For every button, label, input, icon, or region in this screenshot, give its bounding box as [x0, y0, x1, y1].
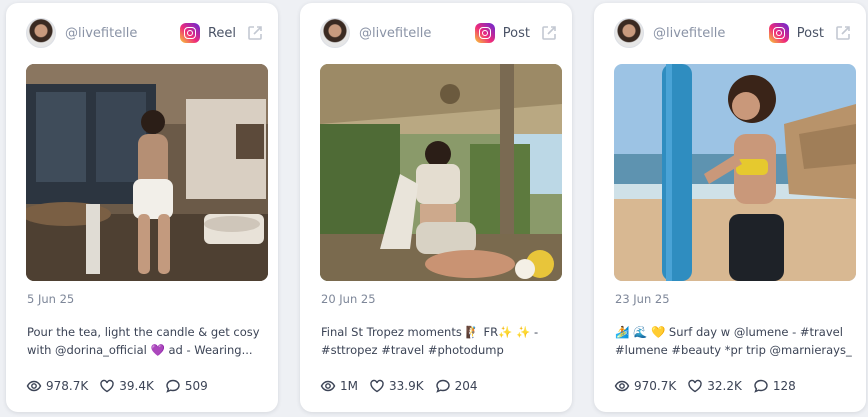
- instagram-icon: [179, 23, 200, 43]
- comments-count: 509: [184, 379, 208, 393]
- post-stats: 978.7K 39.4K 509: [26, 378, 219, 394]
- comment-icon: [754, 379, 768, 393]
- views-stat: 1M: [320, 378, 358, 394]
- account-handle[interactable]: @livefitelle: [359, 26, 475, 41]
- comments-stat: 204: [435, 378, 478, 394]
- comments-count: 204: [454, 379, 478, 393]
- caption-line: #sttropez #travel #photodump: [321, 343, 504, 357]
- eye-icon: [320, 380, 336, 392]
- card-header: @livefitelle Reel: [26, 17, 264, 49]
- comments-count: 128: [772, 379, 796, 393]
- eye-icon: [614, 380, 630, 392]
- instagram-icon: [768, 23, 789, 43]
- views-stat: 978.7K: [26, 378, 88, 394]
- likes-count: 32.2K: [707, 379, 742, 393]
- likes-count: 39.4K: [119, 379, 154, 393]
- post-stats: 970.7K 32.2K 128: [614, 378, 807, 394]
- post-date: 5 Jun 25: [27, 292, 75, 306]
- heart-icon: [688, 379, 702, 393]
- caption-line: with @dorina_official 💜 ad - Wearing...: [27, 343, 253, 357]
- heart-icon: [100, 379, 114, 393]
- likes-count: 33.9K: [389, 379, 424, 393]
- post-thumbnail[interactable]: [614, 64, 856, 281]
- post-card[interactable]: @livefitelle Post 20 Jun 25 Final St Tro…: [300, 3, 572, 412]
- post-date: 20 Jun 25: [321, 292, 376, 306]
- post-caption: 🏄 🌊 💛 Surf day w @lumene - #travel #lume…: [615, 323, 855, 359]
- post-thumbnail[interactable]: [320, 64, 562, 281]
- caption-line: #lumene #beauty *pr trip @marnierays_: [615, 343, 852, 357]
- views-count: 970.7K: [634, 379, 677, 393]
- external-link-icon[interactable]: [246, 24, 264, 42]
- instagram-icon: [474, 23, 495, 43]
- post-thumbnail[interactable]: [26, 64, 268, 281]
- account-handle[interactable]: @livefitelle: [65, 26, 180, 41]
- post-caption: Pour the tea, light the candle & get cos…: [27, 323, 267, 359]
- views-count: 978.7K: [46, 379, 89, 393]
- card-header: @livefitelle Post: [614, 17, 852, 49]
- caption-line: 🏄 🌊 💛 Surf day w @lumene - #travel: [615, 325, 843, 339]
- post-type-label: Post: [796, 25, 824, 41]
- post-type-label: Reel: [207, 25, 236, 41]
- avatar[interactable]: [320, 18, 350, 48]
- likes-stat: 39.4K: [99, 378, 154, 394]
- post-card[interactable]: @livefitelle Post 23 Jun 25 🏄 🌊 💛 Surf d…: [594, 3, 866, 412]
- views-stat: 970.7K: [614, 378, 676, 394]
- post-caption: Final St Tropez moments 🧗 FR✨ ✨ - #sttro…: [321, 323, 561, 359]
- likes-stat: 33.9K: [369, 378, 424, 394]
- caption-line: Pour the tea, light the candle & get cos…: [27, 325, 260, 339]
- caption-line: Final St Tropez moments 🧗 FR✨ ✨ -: [321, 325, 539, 339]
- heart-icon: [370, 379, 384, 393]
- account-handle[interactable]: @livefitelle: [653, 26, 769, 41]
- comments-stat: 128: [753, 378, 796, 394]
- views-count: 1M: [340, 379, 358, 393]
- post-card[interactable]: @livefitelle Reel 5 Jun 25 Pour the tea,…: [6, 3, 278, 412]
- eye-icon: [26, 380, 42, 392]
- comment-icon: [166, 379, 180, 393]
- avatar[interactable]: [614, 18, 644, 48]
- post-type-label: Post: [502, 25, 530, 41]
- comment-icon: [435, 379, 450, 393]
- external-link-icon[interactable]: [540, 24, 558, 42]
- card-header: @livefitelle Post: [320, 17, 558, 49]
- external-link-icon[interactable]: [834, 24, 852, 42]
- comments-stat: 509: [165, 378, 208, 394]
- likes-stat: 32.2K: [687, 378, 742, 394]
- post-stats: 1M 33.9K 204: [320, 378, 489, 394]
- avatar[interactable]: [26, 18, 56, 48]
- post-date: 23 Jun 25: [615, 292, 670, 306]
